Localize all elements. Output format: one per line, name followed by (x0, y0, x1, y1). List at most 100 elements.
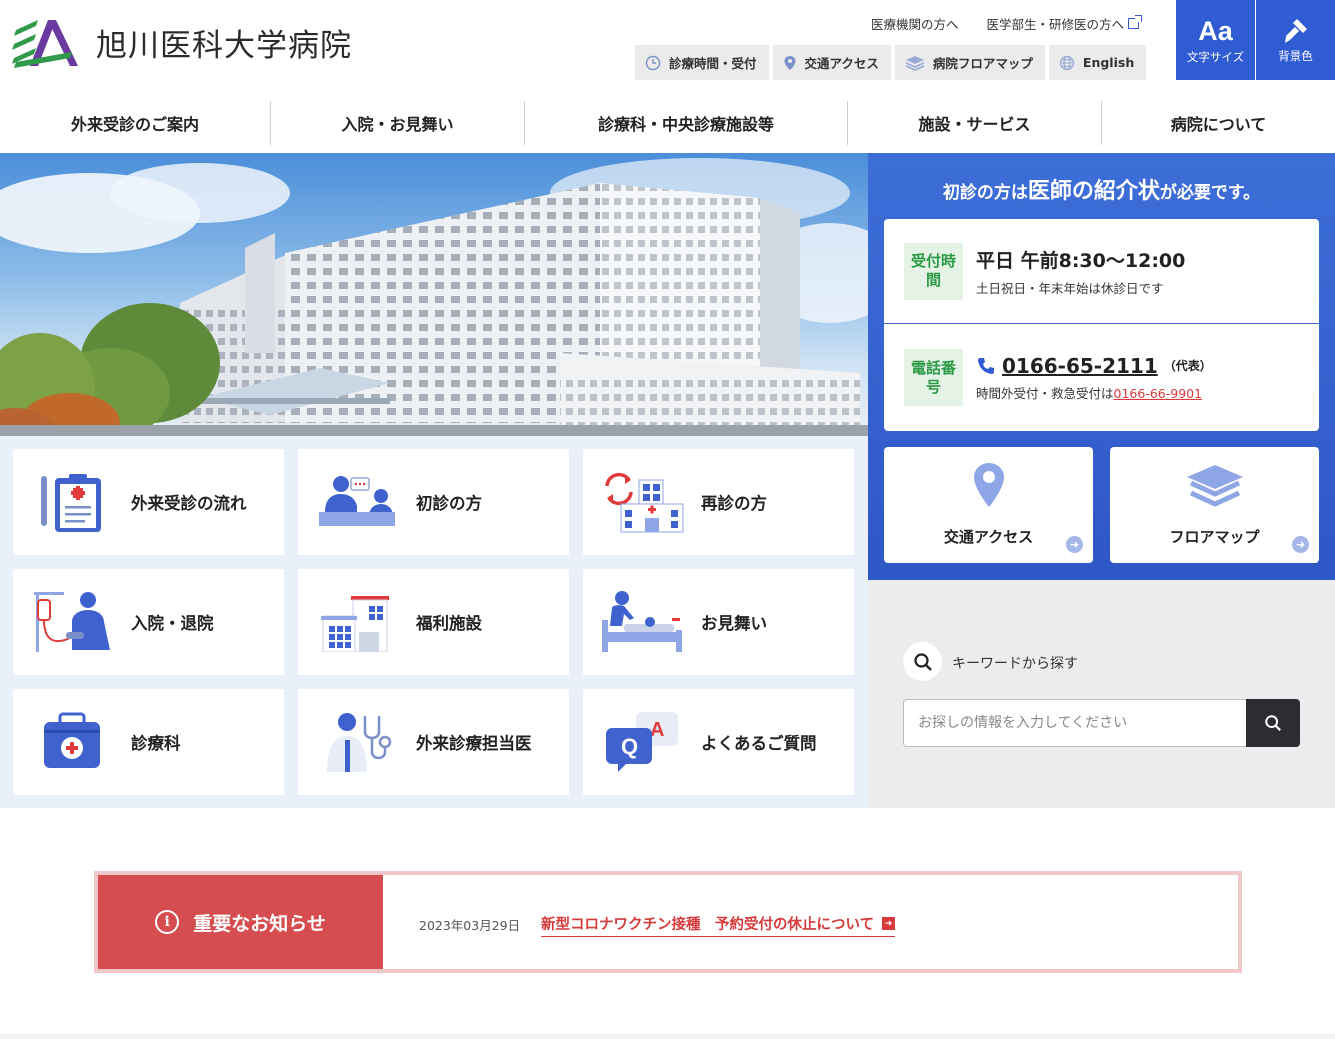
emergency-phone-link[interactable]: 0166-66-9901 (1114, 386, 1203, 401)
tile-outpatient-doctors[interactable]: 外来診療担当医 (298, 689, 569, 795)
emergency-phone-label: 時間外受付・救急受付は (976, 385, 1114, 401)
qa-icon: A Q (606, 712, 678, 772)
main-phone-link[interactable]: 0166-65-2111 (1002, 354, 1158, 378)
hospital-building-photo (0, 158, 868, 436)
font-size-button[interactable]: Aa 文字サイズ (1176, 0, 1255, 80)
access-card[interactable]: 交通アクセス ➜ (884, 447, 1093, 563)
tile-outpatient-doctors-label: 外来診療担当医 (416, 734, 532, 753)
notice-link-text: 新型コロナワクチン接種 予約受付の休止について (541, 917, 875, 933)
notice-post: が必要です。 (1159, 183, 1261, 203)
background-color-label: 背景色 (1278, 48, 1313, 63)
svg-text:Q: Q (621, 734, 638, 759)
iv-drip-icon (34, 592, 110, 652)
tile-outpatient-flow-label: 外来受診の流れ (131, 494, 247, 513)
search-icon (1265, 715, 1281, 731)
util-floormap-label: 病院フロアマップ (932, 56, 1033, 71)
main-phone-note: （代表） (1163, 359, 1212, 373)
info-icon: i (155, 910, 180, 934)
site-name: 旭川医科大学病院 (96, 27, 352, 64)
clipboard-icon (41, 474, 101, 532)
phone-tag: 電話番号 (904, 349, 963, 406)
reception-hours: 平日 午前8:30〜12:00 (976, 249, 1186, 272)
access-card-label: 交通アクセス (943, 528, 1034, 546)
globe-icon (1059, 55, 1075, 70)
util-access-label: 交通アクセス (804, 56, 879, 71)
notice-link[interactable]: 新型コロナワクチン接種 予約受付の休止について ➜ (541, 913, 896, 937)
font-size-glyph: Aa (1198, 15, 1233, 46)
font-size-label: 文字サイズ (1186, 49, 1245, 64)
tile-return-visit-label: 再診の方 (701, 494, 767, 513)
global-nav: 外来受診のご案内 入院・お見舞い 診療科・中央診療施設等 施設・サービス 病院に… (0, 92, 1335, 153)
keyword-search: キーワードから探す (868, 580, 1335, 808)
building-icon (321, 596, 389, 652)
reception-icon (319, 476, 395, 526)
brush-icon (1284, 18, 1307, 43)
search-button[interactable] (1246, 699, 1300, 747)
arrow-right-icon: ➜ (882, 917, 896, 930)
util-english-button[interactable]: English (1048, 45, 1147, 80)
site-logo[interactable]: 旭川医科大学病院 (12, 16, 352, 68)
map-pin-icon (973, 463, 1004, 507)
external-link-icon (1128, 15, 1142, 29)
floormap-card[interactable]: フロアマップ ➜ (1110, 447, 1319, 563)
arrow-right-icon: ➜ (1292, 536, 1309, 553)
svg-text:A: A (650, 719, 664, 741)
util-hours-label: 診療時間・受付 (669, 56, 757, 71)
background-color-button[interactable]: 背景色 (1256, 0, 1335, 80)
tile-visiting[interactable]: お見舞い (583, 569, 854, 675)
tile-departments[interactable]: 診療科 (13, 689, 284, 795)
doctor-icon (327, 713, 392, 772)
important-notice-heading: i 重要なお知らせ (98, 875, 383, 969)
tile-return-visit[interactable]: 再診の方 (583, 449, 854, 555)
quick-links-grid: 外来受診の流れ 初診の方 再診の方 入院・退院 福利施設 お見舞い 診療科 外来… (0, 436, 868, 808)
utility-bar: 診療時間・受付 交通アクセス 病院フロアマップ English (635, 45, 1147, 80)
hospital-return-icon (605, 472, 684, 533)
gnav-admission[interactable]: 入院・お見舞い (271, 101, 524, 145)
first-visit-panel: 初診の方は医師の紹介状が必要です。 受付時間 平日 午前8:30〜12:00 土… (868, 153, 1335, 580)
util-hours-button[interactable]: 診療時間・受付 (635, 45, 769, 80)
hospital-bed-icon (602, 591, 682, 652)
notice-referral: 医師の紹介状 (1027, 179, 1160, 204)
site-header: 旭川医科大学病院 医療機関の方へ 医学部生・研修医の方へ 診療時間・受付 交通ア… (0, 0, 1335, 92)
layers-icon (905, 55, 925, 71)
first-visit-notice: 初診の方は医師の紹介状が必要です。 (868, 173, 1335, 205)
tile-outpatient-flow[interactable]: 外来受診の流れ (13, 449, 284, 555)
util-floormap-button[interactable]: 病院フロアマップ (894, 45, 1045, 80)
gnav-about[interactable]: 病院について (1102, 101, 1335, 145)
hero-image (0, 153, 868, 436)
reception-hours-tag: 受付時間 (904, 242, 963, 300)
tile-faq-label: よくあるご質問 (701, 734, 817, 753)
tile-faq[interactable]: A Q よくあるご質問 (583, 689, 854, 795)
reception-info-card: 受付時間 平日 午前8:30〜12:00 土日祝日・年末年始は休診日です 電話番… (884, 219, 1319, 431)
reception-hours-row: 受付時間 平日 午前8:30〜12:00 土日祝日・年末年始は休診日です (884, 219, 1319, 324)
link-students-residents[interactable]: 医学部生・研修医の方へ (986, 14, 1142, 33)
phone-row: 電話番号 0166-65-2111 （代表） 時間外受付・救急受付は0166-6… (884, 325, 1319, 430)
emergency-phone-line: 時間外受付・救急受付は0166-66-9901 (976, 383, 1212, 402)
link-medical-institutions[interactable]: 医療機関の方へ (871, 14, 959, 33)
tile-admission-discharge[interactable]: 入院・退院 (13, 569, 284, 675)
gnav-departments[interactable]: 診療科・中央診療施設等 (525, 101, 847, 145)
layers-icon (1186, 465, 1243, 507)
footer-divider (0, 1034, 1335, 1039)
top-links: 医療機関の方へ 医学部生・研修医の方へ (871, 14, 1142, 33)
gnav-outpatient[interactable]: 外来受診のご案内 (0, 101, 270, 145)
tile-visiting-label: お見舞い (701, 614, 767, 633)
clock-icon (645, 55, 661, 70)
important-notice-title: 重要なお知らせ (193, 912, 326, 935)
tile-departments-label: 診療科 (131, 734, 181, 753)
notice-date: 2023年03月29日 (419, 918, 521, 933)
keyword-search-label: キーワードから探す (952, 656, 1078, 672)
gnav-facilities[interactable]: 施設・サービス (848, 101, 1101, 145)
first-aid-kit-icon (44, 712, 100, 768)
tile-first-visit[interactable]: 初診の方 (298, 449, 569, 555)
search-icon-badge (903, 642, 942, 681)
util-english-label: English (1082, 55, 1135, 70)
util-access-button[interactable]: 交通アクセス (772, 45, 891, 80)
link-students-residents-label: 医学部生・研修医の方へ (986, 17, 1124, 32)
logo-mark-icon (12, 20, 78, 68)
search-input[interactable] (903, 699, 1247, 747)
notice-pre: 初診の方は (942, 183, 1028, 203)
arrow-right-icon: ➜ (1066, 536, 1083, 553)
important-notice: i 重要なお知らせ 2023年03月29日 新型コロナワクチン接種 予約受付の休… (94, 871, 1242, 973)
tile-welfare-facilities[interactable]: 福利施設 (298, 569, 569, 675)
